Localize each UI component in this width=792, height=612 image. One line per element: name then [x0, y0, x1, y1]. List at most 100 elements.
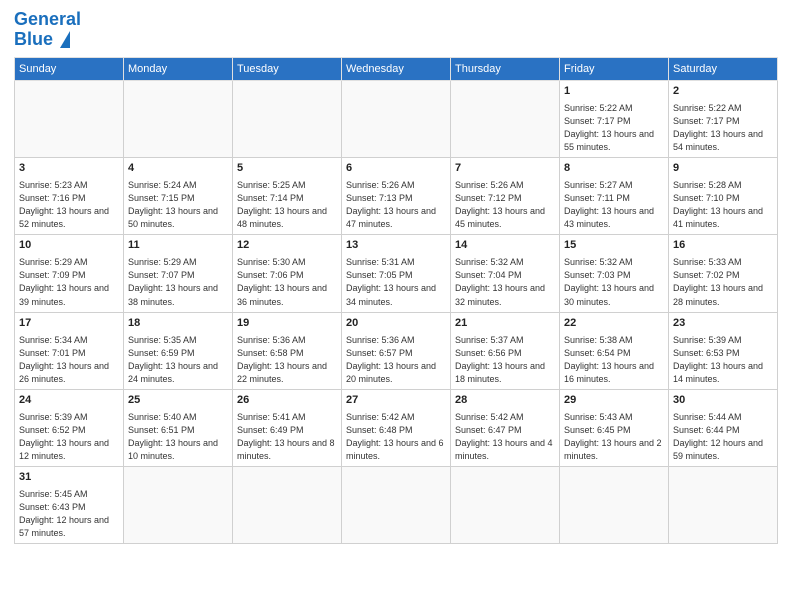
sunrise-text: Sunrise: 5:23 AM [19, 180, 88, 190]
calendar: SundayMondayTuesdayWednesdayThursdayFrid… [14, 57, 778, 544]
col-header-friday: Friday [560, 58, 669, 81]
sunset-text: Sunset: 7:14 PM [237, 193, 304, 203]
daylight-text: Daylight: 13 hours and 26 minutes. [19, 361, 109, 384]
daylight-text: Daylight: 13 hours and 8 minutes. [237, 438, 335, 461]
sunrise-text: Sunrise: 5:37 AM [455, 335, 524, 345]
sunset-text: Sunset: 7:06 PM [237, 270, 304, 280]
daylight-text: Daylight: 13 hours and 12 minutes. [19, 438, 109, 461]
sunrise-text: Sunrise: 5:41 AM [237, 412, 306, 422]
sunrise-text: Sunrise: 5:31 AM [346, 257, 415, 267]
day-number: 1 [564, 84, 664, 100]
calendar-cell: 7Sunrise: 5:26 AMSunset: 7:12 PMDaylight… [451, 158, 560, 235]
calendar-cell: 22Sunrise: 5:38 AMSunset: 6:54 PMDayligh… [560, 312, 669, 389]
day-number: 27 [346, 393, 446, 409]
sunset-text: Sunset: 6:58 PM [237, 348, 304, 358]
calendar-cell: 3Sunrise: 5:23 AMSunset: 7:16 PMDaylight… [15, 158, 124, 235]
calendar-cell: 12Sunrise: 5:30 AMSunset: 7:06 PMDayligh… [233, 235, 342, 312]
daylight-text: Daylight: 13 hours and 34 minutes. [346, 283, 436, 306]
day-number: 21 [455, 316, 555, 332]
sunrise-text: Sunrise: 5:44 AM [673, 412, 742, 422]
calendar-cell: 10Sunrise: 5:29 AMSunset: 7:09 PMDayligh… [15, 235, 124, 312]
sunset-text: Sunset: 6:45 PM [564, 425, 631, 435]
calendar-cell: 24 Sunrise: 5:39 AM Sunset: 6:52 PM Dayligh… [15, 389, 124, 466]
daylight-text: Daylight: 13 hours and 24 minutes. [128, 361, 218, 384]
daylight-text: Daylight: 13 hours and 38 minutes. [128, 283, 218, 306]
sunset-text: Sunset: 6:43 PM [19, 502, 86, 512]
sunset-text: Sunset: 7:03 PM [564, 270, 631, 280]
calendar-cell: 19Sunrise: 5:36 AMSunset: 6:58 PMDayligh… [233, 312, 342, 389]
daylight-text: Daylight: 13 hours and 30 minutes. [564, 283, 654, 306]
daylight-text: Daylight: 13 hours and 50 minutes. [128, 206, 218, 229]
sunrise-text: Sunrise: 5:28 AM [673, 180, 742, 190]
calendar-cell: 26Sunrise: 5:41 AMSunset: 6:49 PMDayligh… [233, 389, 342, 466]
sunrise-text: Sunrise: 5:24 AM [128, 180, 197, 190]
calendar-header-row: SundayMondayTuesdayWednesdayThursdayFrid… [15, 58, 778, 81]
daylight-text: Daylight: 13 hours and 45 minutes. [455, 206, 545, 229]
day-number: 29 [564, 393, 664, 409]
calendar-cell: 1Sunrise: 5:22 AMSunset: 7:17 PMDaylight… [560, 81, 669, 158]
day-number: 16 [673, 238, 773, 254]
daylight-text: Daylight: 13 hours and 48 minutes. [237, 206, 327, 229]
sunrise-text: Sunrise: 5:22 AM [564, 103, 633, 113]
daylight-text: Daylight: 13 hours and 36 minutes. [237, 283, 327, 306]
calendar-cell: 30Sunrise: 5:44 AMSunset: 6:44 PMDayligh… [669, 389, 778, 466]
daylight-text: Daylight: 13 hours and 6 minutes. [346, 438, 444, 461]
calendar-cell: 27Sunrise: 5:42 AMSunset: 6:48 PMDayligh… [342, 389, 451, 466]
calendar-cell: 13Sunrise: 5:31 AMSunset: 7:05 PMDayligh… [342, 235, 451, 312]
sunset-text: Sunset: 7:12 PM [455, 193, 522, 203]
day-number: 5 [237, 161, 337, 177]
sunset-text: Sunset: 6:44 PM [673, 425, 740, 435]
sunset-text: Sunset: 7:02 PM [673, 270, 740, 280]
day-number: 2 [673, 84, 773, 100]
daylight-text: Daylight: 13 hours and 43 minutes. [564, 206, 654, 229]
day-number: 19 [237, 316, 337, 332]
day-number: 24 [19, 393, 119, 409]
calendar-cell: 28Sunrise: 5:42 AMSunset: 6:47 PMDayligh… [451, 389, 560, 466]
sunset-text: Sunset: 6:51 PM [128, 425, 195, 435]
daylight-text: Daylight: 13 hours and 10 minutes. [128, 438, 218, 461]
calendar-cell [669, 466, 778, 543]
sunrise-text: Sunrise: 5:35 AM [128, 335, 197, 345]
sunrise-text: Sunrise: 5:42 AM [455, 412, 524, 422]
sunset-text: Sunset: 7:04 PM [455, 270, 522, 280]
sunrise-text: Sunrise: 5:39 AM [19, 412, 88, 422]
sunset-text: Sunset: 7:10 PM [673, 193, 740, 203]
day-number: 26 [237, 393, 337, 409]
calendar-cell: 16 Sunrise: 5:33 AM Sunset: 7:02 PM Dayligh… [669, 235, 778, 312]
sunset-text: Sunset: 7:13 PM [346, 193, 413, 203]
col-header-thursday: Thursday [451, 58, 560, 81]
sunrise-text: Sunrise: 5:33 AM [673, 257, 742, 267]
day-number: 11 [128, 238, 228, 254]
calendar-cell: 14Sunrise: 5:32 AMSunset: 7:04 PMDayligh… [451, 235, 560, 312]
calendar-cell [124, 466, 233, 543]
sunrise-text: Sunrise: 5:27 AM [564, 180, 633, 190]
sunrise-text: Sunrise: 5:30 AM [237, 257, 306, 267]
sunset-text: Sunset: 6:52 PM [19, 425, 86, 435]
sunrise-text: Sunrise: 5:45 AM [19, 489, 88, 499]
daylight-text: Daylight: 13 hours and 54 minutes. [673, 129, 763, 152]
sunrise-text: Sunrise: 5:32 AM [455, 257, 524, 267]
logo-general: General [14, 9, 81, 29]
calendar-cell [451, 81, 560, 158]
sunrise-text: Sunrise: 5:29 AM [128, 257, 197, 267]
sunrise-text: Sunrise: 5:25 AM [237, 180, 306, 190]
day-number: 7 [455, 161, 555, 177]
logo-text: General [14, 9, 81, 29]
sunset-text: Sunset: 7:15 PM [128, 193, 195, 203]
sunset-text: Sunset: 6:53 PM [673, 348, 740, 358]
day-number: 6 [346, 161, 446, 177]
logo-blue-text: Blue [14, 29, 70, 49]
day-number: 15 [564, 238, 664, 254]
sunrise-text: Sunrise: 5:36 AM [346, 335, 415, 345]
day-number: 31 [19, 470, 119, 486]
calendar-cell: 8Sunrise: 5:27 AMSunset: 7:11 PMDaylight… [560, 158, 669, 235]
day-number: 23 [673, 316, 773, 332]
col-header-sunday: Sunday [15, 58, 124, 81]
sunset-text: Sunset: 7:11 PM [564, 193, 630, 203]
day-number: 17 [19, 316, 119, 332]
daylight-text: Daylight: 13 hours and 41 minutes. [673, 206, 763, 229]
sunrise-text: Sunrise: 5:36 AM [237, 335, 306, 345]
sunset-text: Sunset: 7:05 PM [346, 270, 413, 280]
daylight-text: Daylight: 13 hours and 28 minutes. [673, 283, 763, 306]
calendar-week-4: 24 Sunrise: 5:39 AM Sunset: 6:52 PM Dayligh… [15, 389, 778, 466]
